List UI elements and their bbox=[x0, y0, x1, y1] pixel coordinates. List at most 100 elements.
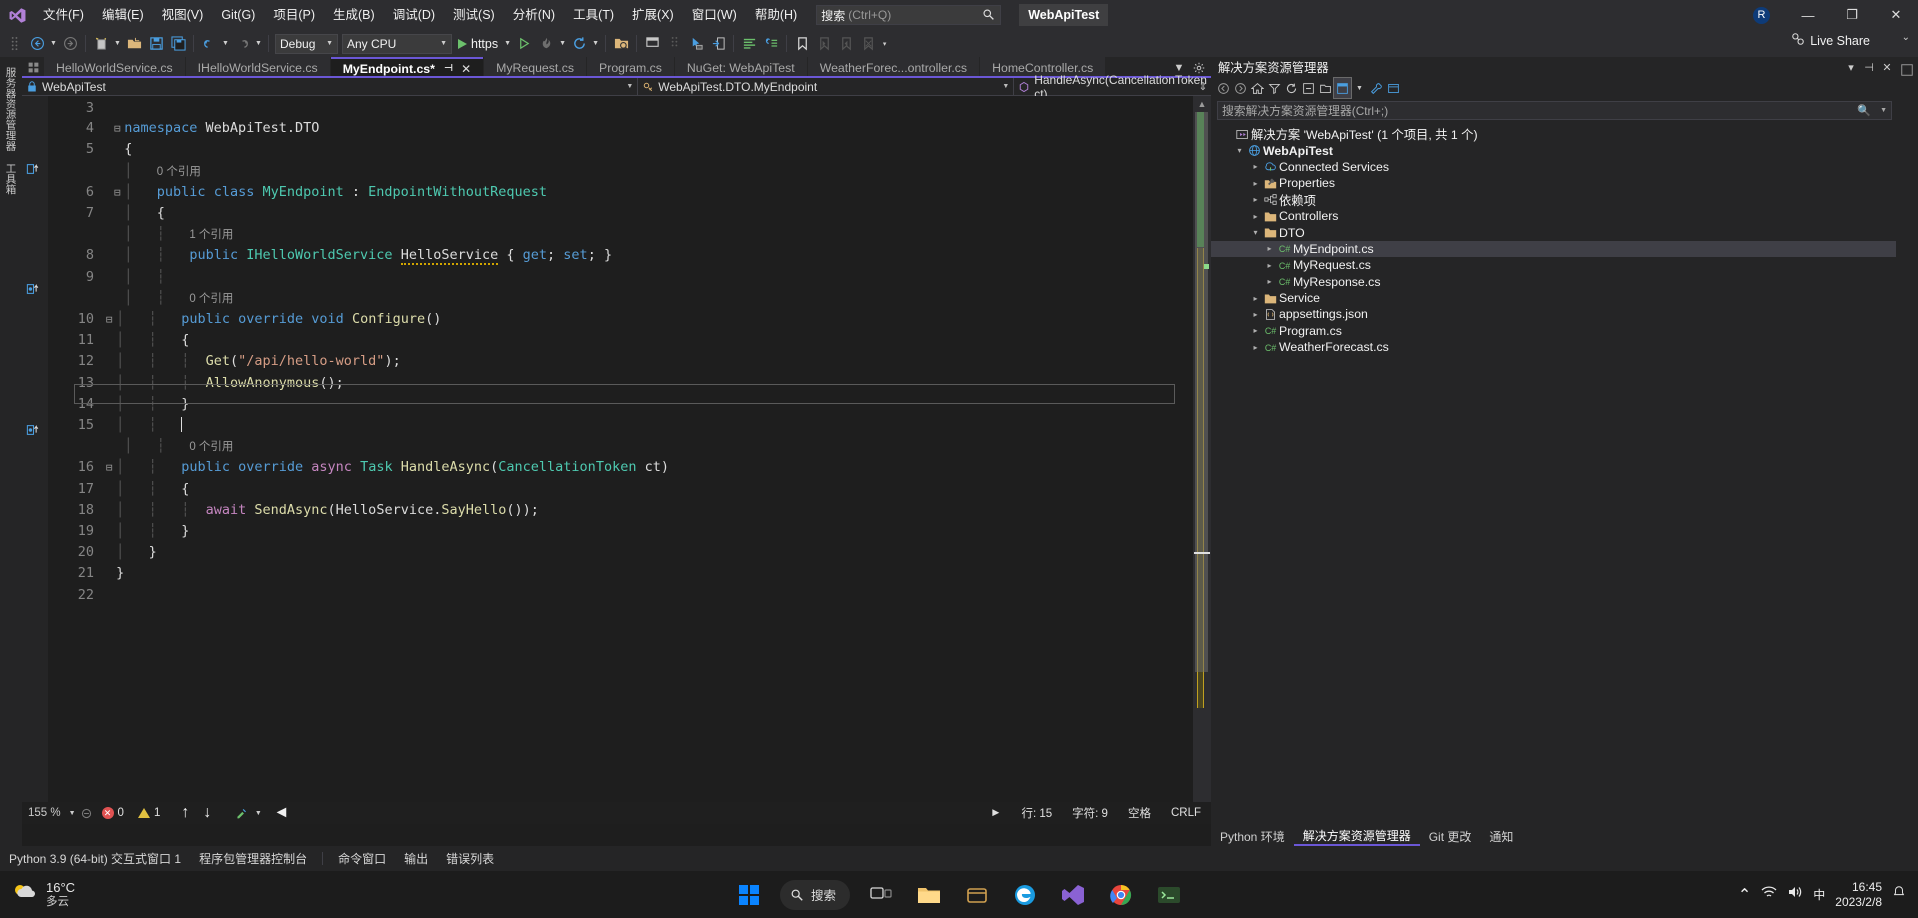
inheritance-indicator-icon[interactable] bbox=[26, 161, 46, 177]
tree-expander[interactable]: ▸ bbox=[1249, 310, 1262, 319]
redo-dropdown-icon[interactable]: ▼ bbox=[253, 33, 264, 55]
tab-my-request[interactable]: MyRequest.cs bbox=[484, 57, 587, 78]
menu-project[interactable]: 项目(P) bbox=[264, 3, 324, 27]
tree-row-dependencies[interactable]: ▸ 依赖项 bbox=[1211, 192, 1896, 208]
pin-panel-icon[interactable]: ⊣ bbox=[1860, 57, 1878, 77]
visual-studio-button[interactable] bbox=[1052, 875, 1094, 915]
menu-help[interactable]: 帮助(H) bbox=[746, 3, 806, 27]
solution-explorer-search-input[interactable]: 搜索解决方案资源管理器(Ctrl+;) 🔍 ▼ bbox=[1217, 101, 1892, 120]
scroll-up-icon[interactable]: ▲ bbox=[1193, 96, 1211, 112]
run-target-dropdown-icon[interactable]: ▼ bbox=[502, 33, 513, 55]
menu-file[interactable]: 文件(F) bbox=[34, 3, 93, 27]
tree-expander[interactable]: ▸ bbox=[1249, 179, 1262, 188]
scrollbar-track[interactable] bbox=[1193, 112, 1211, 808]
scrollbar-thumb[interactable] bbox=[1195, 112, 1208, 672]
tree-row-my-response-cs[interactable]: ▸ C# MyResponse.cs bbox=[1211, 274, 1896, 290]
active-files-icon[interactable] bbox=[22, 57, 44, 78]
input-method-icon[interactable]: 中 bbox=[1813, 886, 1825, 903]
tree-row-dto[interactable]: ▾ DTO bbox=[1211, 224, 1896, 240]
tools-icon[interactable] bbox=[1368, 78, 1385, 98]
view-mode-icon[interactable] bbox=[1385, 78, 1402, 98]
navbar-type-select[interactable]: WebApiTest.DTO.MyEndpoint ▼ bbox=[638, 78, 1013, 96]
panel-command-window[interactable]: 命令窗口 bbox=[329, 850, 395, 867]
code-cleanup-dropdown-icon[interactable]: ▼ bbox=[252, 804, 264, 822]
panel-tab-solution-explorer[interactable]: 解决方案资源管理器 bbox=[1293, 827, 1420, 846]
menu-git[interactable]: Git(G) bbox=[212, 3, 264, 27]
weather-widget[interactable]: 16°C 多云 bbox=[0, 880, 140, 909]
zoom-level-select[interactable]: 155 % ▼ bbox=[22, 807, 76, 819]
taskbar-search-box[interactable]: 搜索 bbox=[779, 879, 851, 910]
panel-package-manager-console[interactable]: 程序包管理器控制台 bbox=[190, 850, 316, 867]
hot-reload-icon[interactable] bbox=[535, 33, 557, 55]
undo-icon[interactable] bbox=[198, 33, 220, 55]
show-all-files-icon[interactable] bbox=[1317, 78, 1334, 98]
solution-platform-select[interactable]: Any CPU ▼ bbox=[342, 33, 452, 54]
implements-indicator-icon[interactable] bbox=[26, 281, 46, 297]
clear-bookmarks-icon[interactable] bbox=[857, 33, 879, 55]
navigate-back-icon[interactable] bbox=[26, 33, 48, 55]
start-debugging-button[interactable]: https bbox=[454, 33, 502, 55]
panel-dropdown-icon[interactable]: ▾ bbox=[1842, 57, 1860, 77]
tree-row-weather-forecast-cs[interactable]: ▸ C# WeatherForecast.cs bbox=[1211, 339, 1896, 355]
menu-tools[interactable]: 工具(T) bbox=[564, 3, 623, 27]
solution-tree[interactable]: 解决方案 'WebApiTest' (1 个项目, 共 1 个) ▾ WebAp… bbox=[1211, 123, 1896, 355]
panel-tab-python-environments[interactable]: Python 环境 bbox=[1211, 828, 1294, 845]
tab-my-endpoint[interactable]: MyEndpoint.cs* ⊣ ✕ bbox=[330, 57, 484, 78]
open-file-icon[interactable] bbox=[123, 33, 145, 55]
source-code[interactable]: 3 4 ⊟ namespace WebApiTest.DTO 5 { │ 0 个引… bbox=[48, 96, 1193, 605]
next-issue-icon[interactable]: ↓ bbox=[196, 804, 218, 822]
collapse-all-icon[interactable] bbox=[1300, 78, 1317, 98]
refresh-icon[interactable] bbox=[1283, 78, 1300, 98]
live-share-button[interactable]: Live Share bbox=[1791, 32, 1870, 49]
panel-tab-notifications[interactable]: 通知 bbox=[1480, 828, 1522, 845]
tree-row-controllers[interactable]: ▸ Controllers bbox=[1211, 208, 1896, 224]
next-bookmark-icon[interactable] bbox=[835, 33, 857, 55]
home-icon[interactable] bbox=[1249, 78, 1266, 98]
global-search-input[interactable]: 搜索 (Ctrl+Q) bbox=[816, 5, 1002, 25]
minimize-button[interactable]: — bbox=[1786, 0, 1830, 30]
pin-tab-icon[interactable]: ⊣ bbox=[444, 63, 453, 74]
no-issues-icon[interactable] bbox=[76, 804, 98, 822]
microsoft-store-button[interactable] bbox=[956, 875, 998, 915]
warning-count[interactable]: 1 bbox=[137, 807, 160, 819]
tree-expander[interactable]: ▸ bbox=[1263, 244, 1276, 253]
close-panel-icon[interactable]: ✕ bbox=[1878, 57, 1896, 77]
search-magnifier-icon[interactable]: 🔍 bbox=[1857, 104, 1871, 117]
tab-ihello-world-service[interactable]: IHelloWorldService.cs bbox=[185, 57, 330, 78]
menu-debug[interactable]: 调试(D) bbox=[384, 3, 444, 27]
save-all-icon[interactable] bbox=[167, 33, 189, 55]
build-configuration-select[interactable]: Debug ▼ bbox=[275, 33, 338, 54]
tree-expander[interactable]: ▸ bbox=[1263, 277, 1276, 286]
menu-test[interactable]: 测试(S) bbox=[444, 3, 504, 27]
toolbar-overflow-icon[interactable]: ▾ bbox=[879, 33, 890, 55]
volume-icon[interactable] bbox=[1787, 885, 1803, 904]
edge-browser-button[interactable] bbox=[1004, 875, 1046, 915]
save-icon[interactable] bbox=[145, 33, 167, 55]
navigate-back-dropdown-icon[interactable]: ▼ bbox=[48, 33, 59, 55]
tree-expander[interactable]: ▾ bbox=[1233, 146, 1246, 155]
panel-python-interactive[interactable]: Python 3.9 (64-bit) 交互式窗口 1 bbox=[0, 850, 190, 867]
redo-icon[interactable] bbox=[231, 33, 253, 55]
toolbar-options-icon[interactable]: ⌄ bbox=[1902, 32, 1910, 43]
previous-issue-icon[interactable]: ↑ bbox=[174, 804, 196, 822]
navbar-project-select[interactable]: WebApiTest ▼ bbox=[22, 78, 637, 96]
pending-changes-filter-icon[interactable] bbox=[1266, 78, 1283, 98]
tree-expander[interactable]: ▸ bbox=[1249, 294, 1262, 303]
tree-row-my-request-cs[interactable]: ▸ C# MyRequest.cs bbox=[1211, 257, 1896, 273]
new-project-icon[interactable] bbox=[90, 33, 112, 55]
close-tab-icon[interactable]: ✕ bbox=[461, 62, 471, 76]
toggle-bookmark-icon[interactable] bbox=[791, 33, 813, 55]
go-to-definition-icon[interactable] bbox=[707, 33, 729, 55]
task-view-button[interactable] bbox=[860, 875, 902, 915]
preview-selected-items-icon[interactable]: ▼ bbox=[1351, 78, 1368, 98]
navbar-member-select[interactable]: HandleAsync(CancellationToken ct) bbox=[1014, 73, 1211, 101]
tree-row-connected-services[interactable]: ▸ Connected Services bbox=[1211, 159, 1896, 175]
chevron-down-icon[interactable]: ▼ bbox=[1880, 107, 1887, 114]
code-text-area[interactable]: 3 4 ⊟ namespace WebApiTest.DTO 5 { │ 0 个引… bbox=[48, 96, 1193, 824]
left-tab-toolbox[interactable]: 工具箱 bbox=[2, 157, 21, 201]
menu-view[interactable]: 视图(V) bbox=[153, 3, 213, 27]
tree-row-program-cs[interactable]: ▸ C# Program.cs bbox=[1211, 323, 1896, 339]
warning-marker-icon[interactable] bbox=[1204, 264, 1209, 269]
new-project-dropdown-icon[interactable]: ▼ bbox=[112, 33, 123, 55]
restart-dropdown-icon[interactable]: ▼ bbox=[590, 33, 601, 55]
